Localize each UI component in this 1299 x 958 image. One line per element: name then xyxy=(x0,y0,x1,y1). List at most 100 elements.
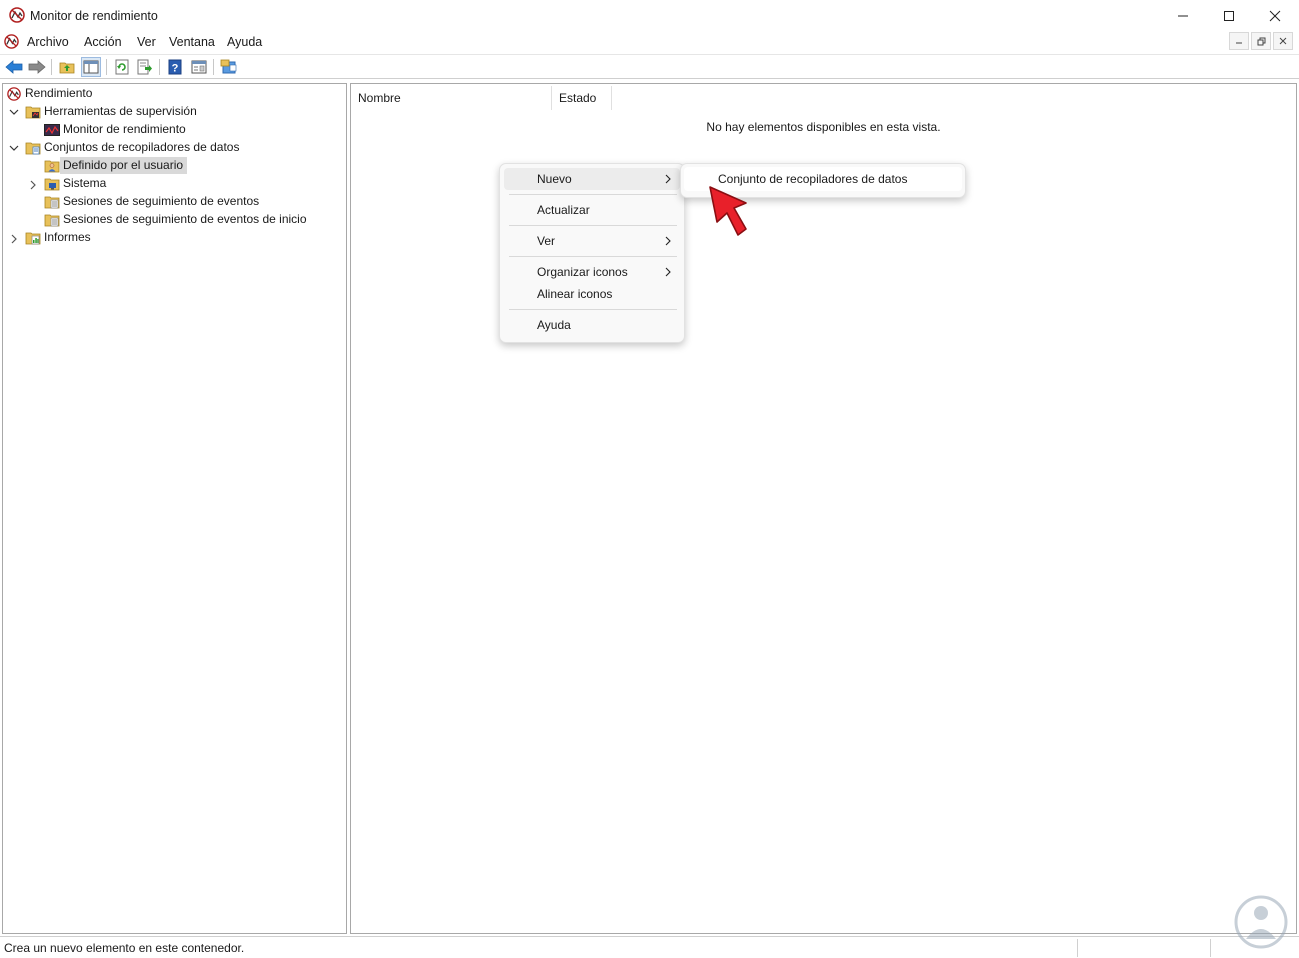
watermark-logo-icon xyxy=(1234,895,1288,949)
close-button[interactable] xyxy=(1252,0,1298,31)
tree-node-sesiones-inicio[interactable]: Sesiones de seguimiento de eventos de in… xyxy=(44,211,311,228)
tree-node-sistema[interactable]: Sistema xyxy=(44,175,110,192)
menu-accion[interactable]: Acción xyxy=(84,35,122,49)
minimize-icon xyxy=(1236,42,1242,44)
folder-tools-icon xyxy=(25,104,41,120)
maximize-button[interactable] xyxy=(1206,0,1252,31)
menu-item-label: Organizar iconos xyxy=(537,265,628,279)
toolbar-separator xyxy=(51,59,52,75)
menu-archivo[interactable]: Archivo xyxy=(27,35,69,49)
menu-separator xyxy=(509,194,677,195)
menu-ventana[interactable]: Ventana xyxy=(169,35,215,49)
menu-item-nuevo[interactable]: Nuevo xyxy=(504,168,680,190)
maximize-icon xyxy=(1224,10,1234,21)
mdi-restore-button[interactable] xyxy=(1251,32,1271,50)
user-folder-icon xyxy=(44,158,60,174)
status-bar: Crea un nuevo elemento en este contenedo… xyxy=(0,936,1299,958)
tree-label: Definido por el usuario xyxy=(60,157,188,174)
context-menu: Nuevo Actualizar Ver Organizar iconos Al… xyxy=(499,163,685,343)
menu-ver[interactable]: Ver xyxy=(137,35,156,49)
reports-folder-icon xyxy=(25,230,41,246)
menu-item-label: Actualizar xyxy=(537,203,590,217)
export-icon[interactable] xyxy=(135,57,155,77)
tree-label: Herramientas de supervisión xyxy=(44,104,197,118)
menu-separator xyxy=(509,225,677,226)
title-bar: Monitor de rendimiento xyxy=(0,0,1299,31)
tree-label: Rendimiento xyxy=(25,86,93,100)
folder-collector-icon xyxy=(25,140,41,156)
refresh-icon[interactable] xyxy=(112,57,132,77)
close-icon xyxy=(1269,10,1281,21)
expand-chevron-down-icon[interactable] xyxy=(9,107,19,117)
tree-label: Sistema xyxy=(63,176,107,190)
menu-item-ver[interactable]: Ver xyxy=(504,230,680,252)
menu-ayuda[interactable]: Ayuda xyxy=(227,35,262,49)
menu-item-alinear-iconos[interactable]: Alinear iconos xyxy=(504,283,680,305)
red-pointer-arrow-icon xyxy=(706,183,750,244)
forward-icon[interactable] xyxy=(27,57,47,77)
expand-chevron-down-icon[interactable] xyxy=(9,143,19,153)
restore-icon xyxy=(1257,37,1265,45)
tree-node-sesiones-eventos[interactable]: Sesiones de seguimiento de eventos xyxy=(44,193,263,210)
show-hide-tree-icon[interactable] xyxy=(81,57,101,77)
tree-node-conjuntos[interactable]: Conjuntos de recopiladores de datos xyxy=(25,139,243,156)
chevron-right-icon xyxy=(664,168,672,190)
menu-item-label: Alinear iconos xyxy=(537,287,613,301)
tree-label: Monitor de rendimiento xyxy=(63,122,186,136)
mdi-system-icon[interactable] xyxy=(4,34,19,52)
window-title: Monitor de rendimiento xyxy=(30,9,158,23)
status-text: Crea un nuevo elemento en este contenedo… xyxy=(4,941,245,955)
tree-node-rendimiento[interactable]: Rendimiento xyxy=(6,85,96,102)
chart-icon xyxy=(44,122,60,138)
status-divider xyxy=(1210,939,1211,957)
tree-label: Informes xyxy=(44,230,91,244)
menu-item-label: Nuevo xyxy=(537,172,572,186)
empty-list-message: No hay elementos disponibles en esta vis… xyxy=(706,120,941,134)
menu-item-actualizar[interactable]: Actualizar xyxy=(504,199,680,221)
menu-item-organizar-iconos[interactable]: Organizar iconos xyxy=(504,261,680,283)
minimize-icon xyxy=(1178,15,1188,16)
menu-separator xyxy=(509,309,677,310)
properties-icon[interactable] xyxy=(189,57,209,77)
help-icon[interactable]: ? xyxy=(165,57,185,77)
menu-item-label: Ayuda xyxy=(537,318,571,332)
toolbar-separator xyxy=(159,59,160,75)
chevron-right-icon xyxy=(664,230,672,252)
mdi-close-button[interactable] xyxy=(1273,32,1293,50)
tree-label: Sesiones de seguimiento de eventos de in… xyxy=(63,212,307,226)
back-icon[interactable] xyxy=(4,57,24,77)
tree-label: Conjuntos de recopiladores de datos xyxy=(44,140,240,154)
mdi-controls xyxy=(1229,32,1293,50)
trace-folder-icon xyxy=(44,194,60,210)
column-header-nombre[interactable]: Nombre xyxy=(351,86,552,110)
expand-chevron-right-icon[interactable] xyxy=(28,180,38,190)
toolbar-separator xyxy=(106,59,107,75)
close-icon xyxy=(1279,37,1287,45)
navigation-tree: Rendimiento Herramientas de supervisión … xyxy=(2,83,347,934)
chevron-right-icon xyxy=(664,261,672,283)
menu-item-label: Ver xyxy=(537,234,556,248)
list-view[interactable]: Nombre Estado No hay elementos disponibl… xyxy=(350,83,1297,934)
menu-bar: Archivo Acción Ver Ventana Ayuda xyxy=(0,31,1299,53)
tree-node-definido-usuario[interactable]: Definido por el usuario xyxy=(44,157,188,174)
menu-item-ayuda[interactable]: Ayuda xyxy=(504,314,680,336)
tree-label: Sesiones de seguimiento de eventos xyxy=(63,194,260,208)
perfmon-app-icon xyxy=(9,7,25,26)
column-header-estado[interactable]: Estado xyxy=(552,86,612,110)
mmc-icon[interactable] xyxy=(219,57,239,77)
minimize-button[interactable] xyxy=(1160,0,1206,31)
svg-text:?: ? xyxy=(172,63,179,75)
tree-node-monitor[interactable]: Monitor de rendimiento xyxy=(44,121,190,138)
up-folder-icon[interactable] xyxy=(57,57,77,77)
menu-separator xyxy=(509,256,677,257)
perfmon-icon xyxy=(6,86,22,102)
trace-folder-icon xyxy=(44,212,60,228)
tree-node-herramientas[interactable]: Herramientas de supervisión xyxy=(25,103,201,120)
status-divider xyxy=(1077,939,1078,957)
expand-chevron-right-icon[interactable] xyxy=(9,234,19,244)
toolbar: ? xyxy=(0,54,1299,79)
tree-node-informes[interactable]: Informes xyxy=(25,229,95,246)
mdi-minimize-button[interactable] xyxy=(1229,32,1249,50)
system-folder-icon xyxy=(44,176,60,192)
toolbar-separator xyxy=(213,59,214,75)
